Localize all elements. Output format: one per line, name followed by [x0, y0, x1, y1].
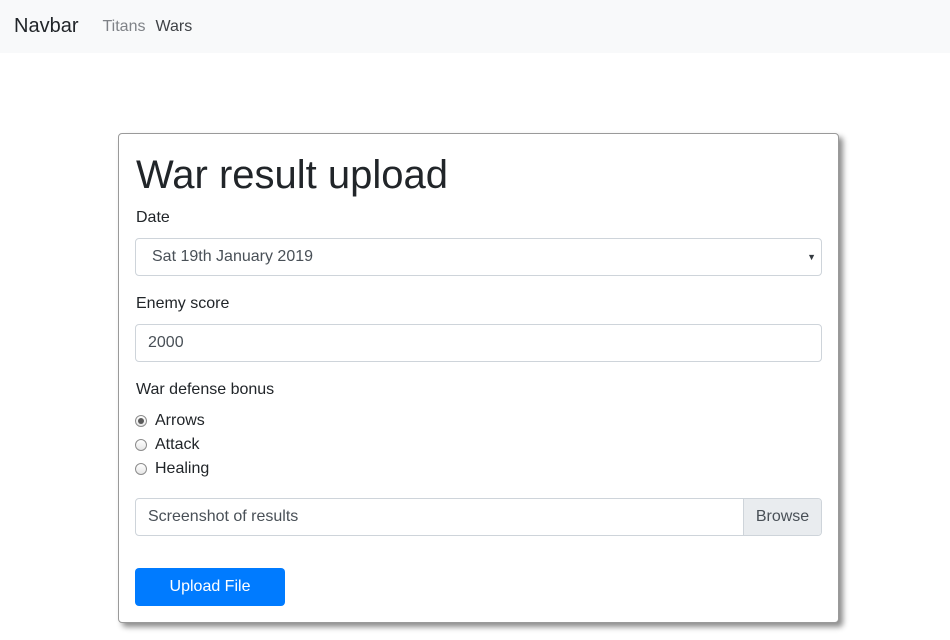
date-selected-value: Sat 19th January 2019 — [152, 248, 314, 265]
nav-link-wars[interactable]: Wars — [155, 18, 192, 36]
upload-card: War result upload Date Sat 19th January … — [118, 133, 839, 623]
screenshot-file-input[interactable]: Screenshot of results Browse — [135, 498, 822, 536]
nav-link-titans[interactable]: Titans — [102, 18, 145, 36]
radio-button-attack[interactable] — [135, 439, 147, 451]
radio-button-arrows[interactable] — [135, 415, 147, 427]
radio-label-attack: Attack — [155, 436, 200, 453]
radio-option-arrows[interactable]: Arrows — [135, 412, 205, 430]
navbar-brand[interactable]: Navbar — [14, 15, 78, 38]
upload-file-button[interactable]: Upload File — [135, 568, 285, 606]
enemy-score-value: 2000 — [148, 334, 184, 351]
radio-option-attack[interactable]: Attack — [135, 436, 199, 454]
radio-button-healing[interactable] — [135, 463, 147, 475]
defense-bonus-label: War defense bonus — [136, 381, 275, 398]
top-navbar: Navbar Titans Wars — [0, 0, 950, 53]
radio-option-healing[interactable]: Healing — [135, 460, 209, 478]
date-select[interactable]: Sat 19th January 2019 ▼ — [135, 238, 822, 276]
browse-button[interactable]: Browse — [743, 499, 821, 535]
page-title: War result upload — [136, 153, 448, 197]
enemy-score-label: Enemy score — [136, 295, 230, 312]
chevron-down-icon: ▼ — [807, 252, 816, 262]
radio-label-arrows: Arrows — [155, 412, 205, 429]
enemy-score-input[interactable]: 2000 — [135, 324, 822, 362]
date-label: Date — [136, 209, 170, 226]
radio-label-healing: Healing — [155, 460, 210, 477]
file-placeholder: Screenshot of results — [148, 508, 299, 525]
